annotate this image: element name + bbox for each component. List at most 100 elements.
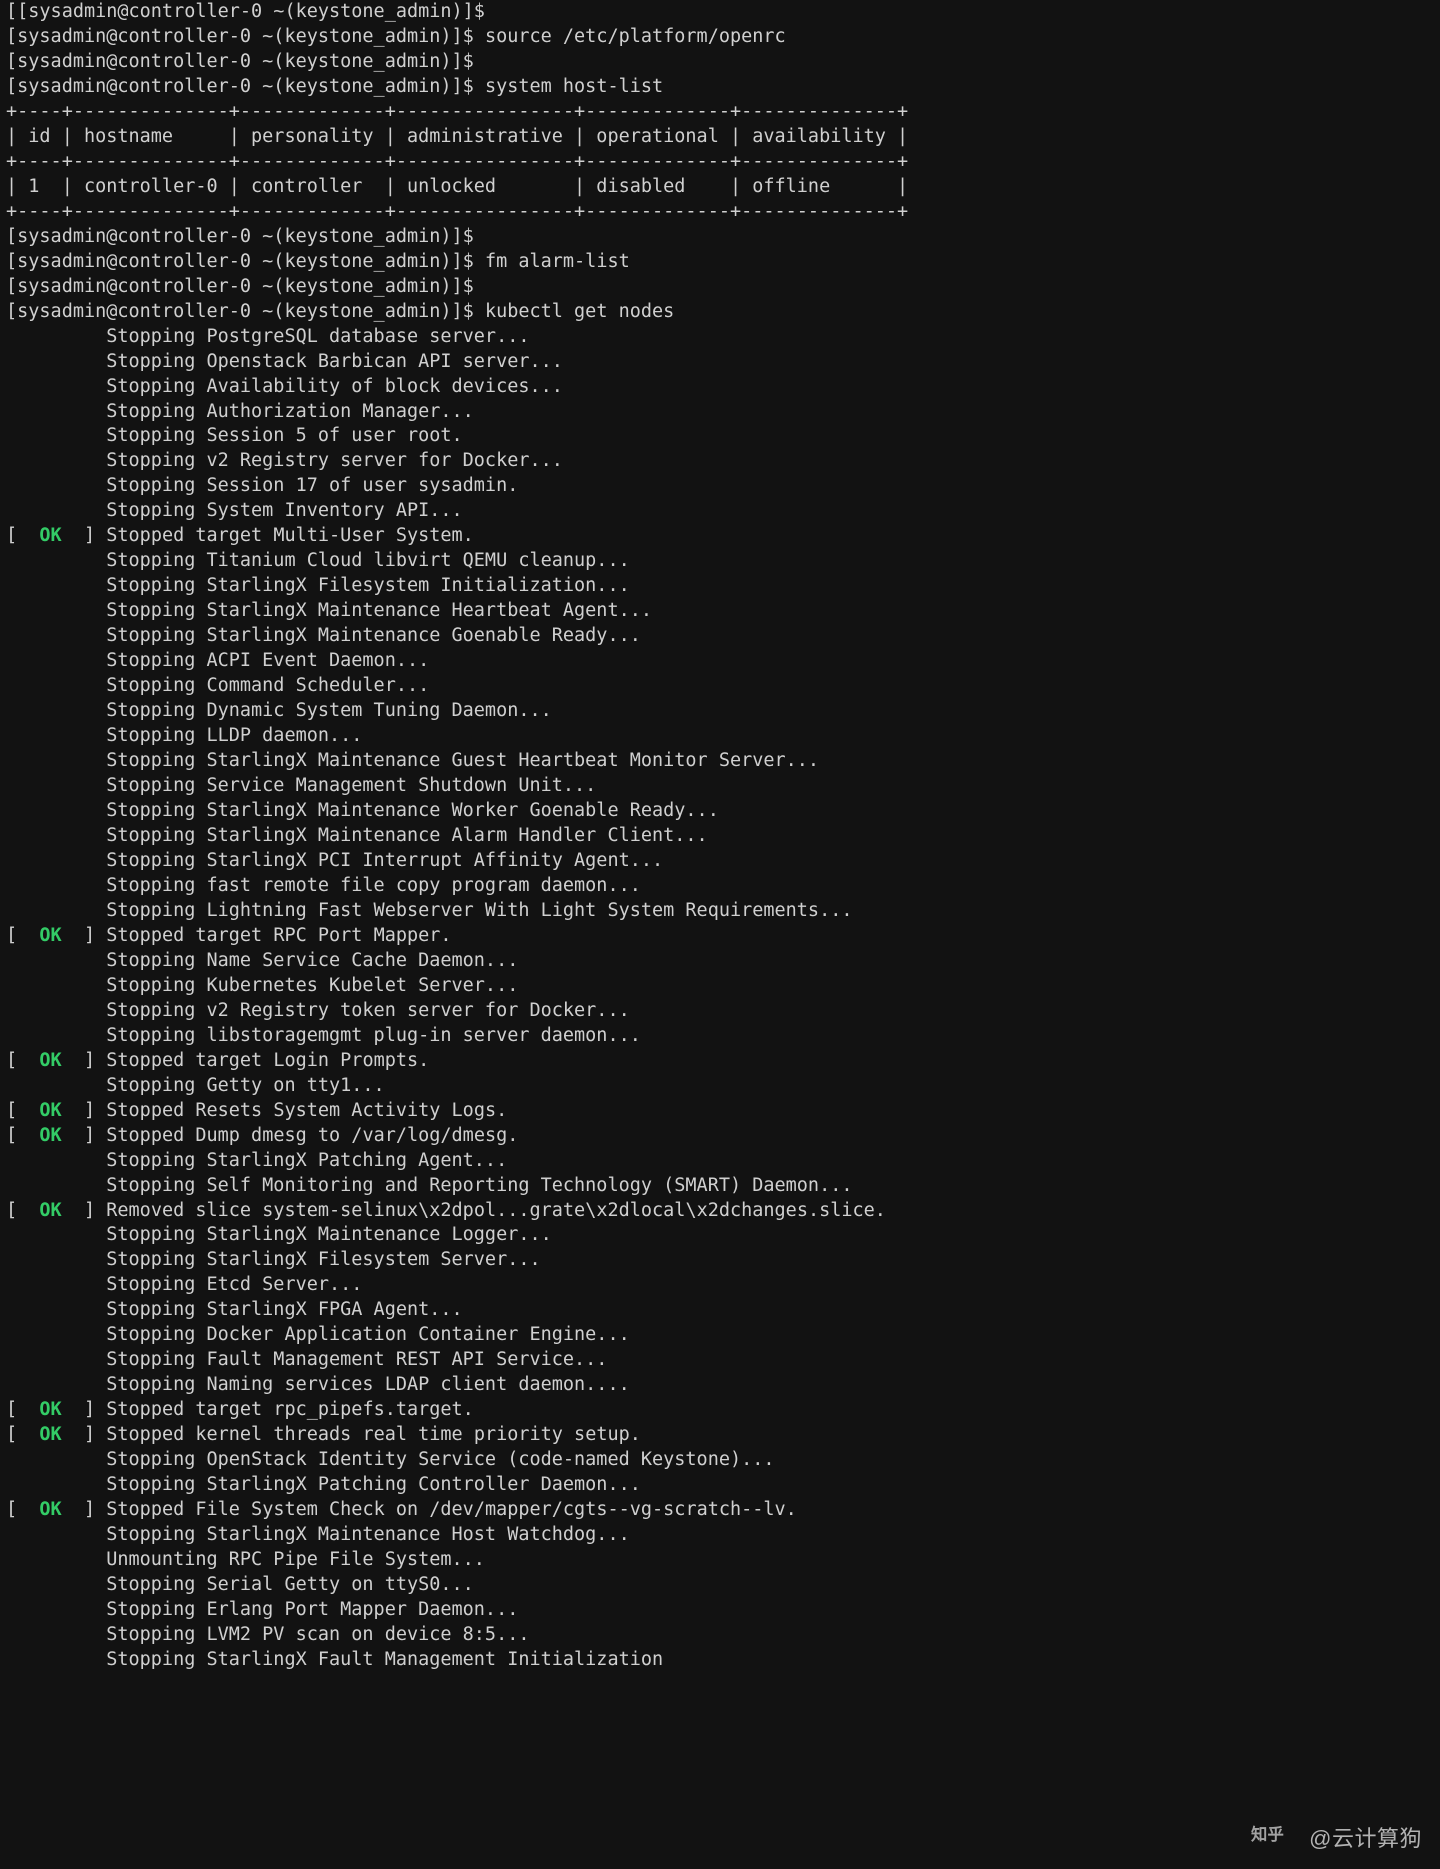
status-open: [ (6, 1125, 39, 1146)
status-ok: OK (39, 525, 61, 546)
log-line: Stopping System Inventory API... (6, 500, 463, 521)
log-line: Stopping StarlingX Maintenance Goenable … (6, 625, 641, 646)
log-line: Stopping StarlingX PCI Interrupt Affinit… (6, 850, 663, 871)
table-border: +----+--------------+-------------+-----… (6, 100, 1434, 125)
log-line: Stopping StarlingX Maintenance Worker Go… (6, 800, 719, 821)
status-open: [ (6, 925, 39, 946)
log-line: Stopping OpenStack Identity Service (cod… (6, 1449, 775, 1470)
status-ok: OK (39, 1424, 61, 1445)
log-text: Stopped kernel threads real time priorit… (106, 1424, 641, 1445)
status-ok: OK (39, 1499, 61, 1520)
prompt-line: [sysadmin@controller-0 ~(keystone_admin)… (6, 225, 1434, 250)
log-line: Stopping LLDP daemon... (6, 724, 1434, 749)
table-header: | id | hostname | personality | administ… (6, 125, 1434, 150)
log-line: Unmounting RPC Pipe File System... (6, 1548, 1434, 1573)
table-border: +----+--------------+-------------+-----… (6, 151, 908, 172)
log-line: Stopping StarlingX Patching Controller D… (6, 1473, 1434, 1498)
log-line: Stopping Session 17 of user sysadmin. (6, 475, 518, 496)
log-line: Stopping Name Service Cache Daemon... (6, 950, 518, 971)
log-line-ok: [ OK ] Stopped target Multi-User System. (6, 524, 1434, 549)
log-line-ok: [ OK ] Stopped target Login Prompts. (6, 1049, 1434, 1074)
shell-prompt: [sysadmin@controller-0 ~(keystone_admin)… (6, 76, 485, 97)
log-line: Stopping Naming services LDAP client dae… (6, 1373, 1434, 1398)
log-line: Stopping StarlingX Fault Management Init… (6, 1649, 663, 1670)
log-line: Stopping Openstack Barbican API server..… (6, 351, 563, 372)
log-line: Stopping Titanium Cloud libvirt QEMU cle… (6, 549, 1434, 574)
log-line: Stopping LLDP daemon... (6, 725, 362, 746)
shell-command: system host-list (485, 76, 663, 97)
log-line: Stopping Command Scheduler... (6, 674, 1434, 699)
prompt-line: [sysadmin@controller-0 ~(keystone_admin)… (6, 300, 1434, 325)
terminal-output[interactable]: [ [sysadmin@controller-0 ~(keystone_admin… (0, 0, 1440, 1679)
log-line: Stopping Self Monitoring and Reporting T… (6, 1175, 852, 1196)
shell-prompt: [sysadmin@controller-0 ~(keystone_admin)… (6, 51, 485, 72)
status-ok: OK (39, 1100, 61, 1121)
log-line-ok: [ OK ] Stopped File System Check on /dev… (6, 1498, 1434, 1523)
status-open: [ (6, 1399, 39, 1420)
shell-prompt: [sysadmin@controller-0 ~(keystone_admin)… (6, 276, 485, 297)
log-line: Stopping StarlingX Maintenance Host Watc… (6, 1523, 1434, 1548)
log-line-ok: [ OK ] Stopped kernel threads real time … (6, 1423, 1434, 1448)
log-line-ok: [ OK ] Stopped Dump dmesg to /var/log/dm… (6, 1124, 1434, 1149)
log-line: Stopping Session 5 of user root. (6, 424, 1434, 449)
table-row: | 1 | controller-0 | controller | unlock… (6, 176, 908, 197)
log-text: Removed slice system-selinux\x2dpol...gr… (106, 1200, 886, 1221)
table-border: +----+--------------+-------------+-----… (6, 201, 908, 222)
log-line: Stopping LVM2 PV scan on device 8:5... (6, 1624, 529, 1645)
status-close: ] (62, 1200, 107, 1221)
log-line: Stopping StarlingX Patching Agent... (6, 1149, 1434, 1174)
table-header: | id | hostname | personality | administ… (6, 126, 908, 147)
log-text: Stopped target rpc_pipefs.target. (106, 1399, 474, 1420)
log-line-ok: [ OK ] Removed slice system-selinux\x2dp… (6, 1199, 1434, 1224)
prompt-line: [[sysadmin@controller-0 ~(keystone_admin… (6, 0, 1434, 25)
log-line: Stopping StarlingX Maintenance Heartbeat… (6, 599, 1434, 624)
log-line: Stopping StarlingX Maintenance Host Watc… (6, 1524, 630, 1545)
status-open: [ (6, 1499, 39, 1520)
prompt-line: [sysadmin@controller-0 ~(keystone_admin)… (6, 50, 1434, 75)
log-line: Stopping fast remote file copy program d… (6, 875, 641, 896)
watermark: 知乎 @云计算狗 (1251, 1823, 1422, 1855)
log-text: Stopped target RPC Port Mapper. (106, 925, 451, 946)
log-line: Stopping StarlingX Maintenance Logger... (6, 1224, 552, 1245)
log-line: Stopping StarlingX Maintenance Guest Hea… (6, 749, 1434, 774)
log-line: Stopping StarlingX FPGA Agent... (6, 1299, 463, 1320)
table-border: +----+--------------+-------------+-----… (6, 150, 1434, 175)
log-line: Stopping Kubernetes Kubelet Server... (6, 974, 1434, 999)
log-line: Stopping Service Management Shutdown Uni… (6, 775, 596, 796)
prompt-line: [sysadmin@controller-0 ~(keystone_admin)… (6, 275, 1434, 300)
log-line: Stopping StarlingX Maintenance Heartbeat… (6, 600, 652, 621)
log-line: Stopping Openstack Barbican API server..… (6, 350, 1434, 375)
table-border: +----+--------------+-------------+-----… (6, 200, 1434, 225)
log-line: Stopping libstoragemgmt plug-in server d… (6, 1024, 1434, 1049)
zhihu-icon: 知乎 (1251, 1823, 1299, 1855)
status-close: ] (62, 1424, 107, 1445)
log-line: Stopping Docker Application Container En… (6, 1323, 1434, 1348)
status-ok: OK (39, 1050, 61, 1071)
log-line: Stopping v2 Registry server for Docker..… (6, 450, 563, 471)
log-line: Stopping OpenStack Identity Service (cod… (6, 1448, 1434, 1473)
log-line: Stopping Availability of block devices..… (6, 375, 1434, 400)
log-line: Stopping Lightning Fast Webserver With L… (6, 900, 852, 921)
status-close: ] (62, 1399, 107, 1420)
status-open: [ (6, 525, 39, 546)
status-close: ] (62, 1100, 107, 1121)
log-line: Stopping Erlang Port Mapper Daemon... (6, 1598, 1434, 1623)
log-line: Stopping v2 Registry token server for Do… (6, 1000, 630, 1021)
log-text: Stopped File System Check on /dev/mapper… (106, 1499, 797, 1520)
log-line: Stopping Getty on tty1... (6, 1074, 1434, 1099)
log-line: Stopping StarlingX Fault Management Init… (6, 1648, 1434, 1673)
log-line: Stopping StarlingX Maintenance Worker Go… (6, 799, 1434, 824)
log-line: Stopping Lightning Fast Webserver With L… (6, 899, 1434, 924)
log-line: Stopping Authorization Manager... (6, 400, 1434, 425)
log-line: Stopping StarlingX FPGA Agent... (6, 1298, 1434, 1323)
prompt-line: [sysadmin@controller-0 ~(keystone_admin)… (6, 25, 1434, 50)
log-line: Stopping StarlingX Maintenance Logger... (6, 1223, 1434, 1248)
log-line-ok: [ OK ] Stopped target RPC Port Mapper. (6, 924, 1434, 949)
svg-text:知乎: 知乎 (1251, 1825, 1284, 1844)
log-line: Stopping PostgreSQL database server... (6, 326, 529, 347)
log-line: Stopping Serial Getty on ttyS0... (6, 1574, 474, 1595)
log-line: Stopping StarlingX Filesystem Initializa… (6, 575, 630, 596)
log-line: Stopping StarlingX Filesystem Initializa… (6, 574, 1434, 599)
log-line: Stopping StarlingX Maintenance Alarm Han… (6, 824, 1434, 849)
log-line: Stopping System Inventory API... (6, 499, 1434, 524)
